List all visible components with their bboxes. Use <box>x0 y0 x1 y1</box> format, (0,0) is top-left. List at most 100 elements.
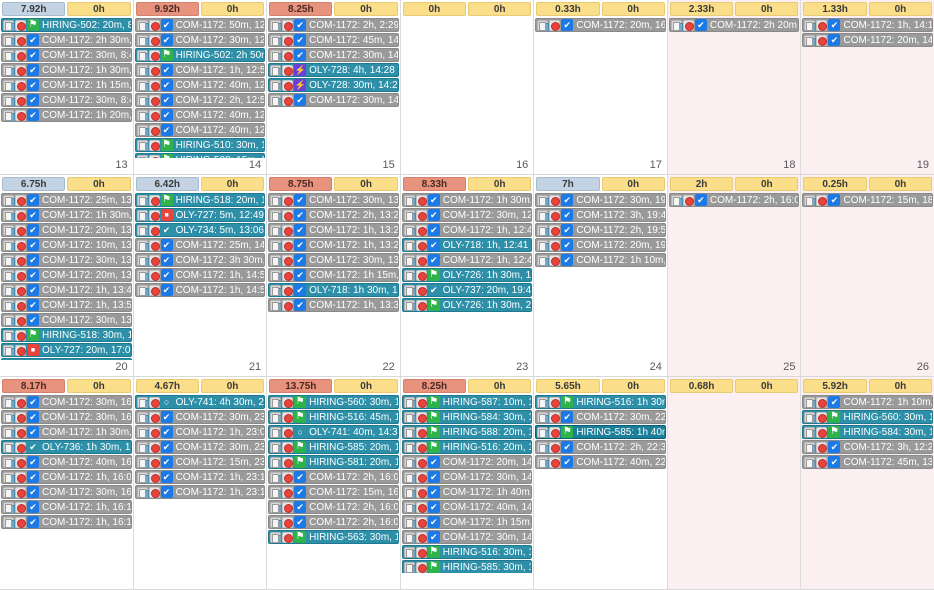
calendar-event[interactable]: OLY-728: 4h, 14:28 Te <box>268 63 399 77</box>
stop-timer-icon[interactable] <box>282 471 294 483</box>
day-cell[interactable]: 6.42h0h HIRING-518: 20m, 11:3 OLY-727: 5m,… <box>133 175 268 376</box>
calendar-event[interactable]: COM-1172: 30m, 12:38 <box>401 208 533 222</box>
stop-timer-icon[interactable] <box>15 411 26 423</box>
copy-icon[interactable] <box>3 224 15 236</box>
copy-icon[interactable] <box>136 456 149 468</box>
copy-icon[interactable] <box>537 411 550 423</box>
day-number[interactable]: 13 <box>0 158 133 174</box>
stop-timer-icon[interactable] <box>15 254 26 266</box>
stop-timer-icon[interactable] <box>15 299 26 311</box>
calendar-event[interactable]: COM-1172: 30m, 23:09 <box>134 440 266 454</box>
calendar-event[interactable]: COM-1172: 15m, 16:00 <box>268 485 399 499</box>
calendar-event[interactable]: COM-1172: 20m, 13:46 <box>1 223 132 237</box>
stop-timer-icon[interactable] <box>816 34 828 46</box>
calendar-event[interactable]: COM-1172: 2h, 16:00 Т <box>268 470 399 484</box>
copy-icon[interactable] <box>403 269 416 281</box>
copy-icon[interactable] <box>537 456 550 468</box>
copy-icon[interactable] <box>3 329 15 341</box>
stop-timer-icon[interactable] <box>549 396 561 408</box>
day-number[interactable] <box>0 573 133 589</box>
calendar-event[interactable]: COM-1172: 1h, 13:31 ( <box>268 298 399 312</box>
copy-icon[interactable] <box>537 224 550 236</box>
calendar-event[interactable]: COM-1172: 1h, 13:50 К <box>1 298 132 312</box>
calendar-event[interactable]: COM-1172: 45m, 14:28 <box>268 33 399 47</box>
calendar-event[interactable]: HIRING-585: 30m, 14: <box>401 560 533 573</box>
copy-icon[interactable] <box>3 64 15 76</box>
stop-timer-icon[interactable] <box>549 209 561 221</box>
copy-icon[interactable] <box>270 299 283 311</box>
calendar-event[interactable]: COM-1172: 2h 20m, 16 <box>668 18 800 32</box>
calendar-event[interactable]: COM-1172: 40m, 16:07 <box>1 455 132 469</box>
stop-timer-icon[interactable] <box>148 254 160 266</box>
copy-icon[interactable] <box>403 426 416 438</box>
stop-timer-icon[interactable] <box>15 109 26 121</box>
tracked-hours-pill[interactable]: 0.25h <box>803 177 867 191</box>
calendar-event[interactable]: COM-1172: 20m, 13:48 <box>1 268 132 282</box>
calendar-event[interactable]: COM-1172: 30m, 16:04 <box>1 395 132 409</box>
calendar-event[interactable]: HIRING-587: 10m, 12: <box>401 395 533 409</box>
tracked-hours-pill[interactable]: 8.75h <box>269 177 333 191</box>
stop-timer-icon[interactable] <box>15 79 26 91</box>
calendar-event[interactable]: COM-1172: 30m, 16:04 <box>1 410 132 424</box>
copy-icon[interactable] <box>3 269 15 281</box>
copy-icon[interactable] <box>3 19 15 31</box>
tracked-hours-pill[interactable]: 2h <box>669 177 734 191</box>
calendar-event[interactable]: COM-1172: 30m, 13:50 <box>1 313 132 327</box>
day-cell[interactable]: 1.33h0h COM-1172: 1h, 14:14 (COM-1172: 20… <box>801 0 934 174</box>
calendar-event[interactable]: COM-1172: 40m, 14:26 <box>401 500 533 514</box>
calendar-event[interactable]: COM-1172: 2h, 22:31 Код-ревью OLY-725 и … <box>535 440 666 454</box>
tracked-hours-pill[interactable]: 8.17h <box>2 379 66 393</box>
stop-timer-icon[interactable] <box>415 411 427 423</box>
calendar-event[interactable]: OLY-726: 1h 30m, 12:47 <box>401 268 533 282</box>
stop-timer-icon[interactable] <box>15 49 26 61</box>
planned-hours-pill[interactable]: 0h <box>67 177 131 191</box>
tracked-hours-pill[interactable]: 0.33h <box>536 2 600 16</box>
stop-timer-icon[interactable] <box>549 456 561 468</box>
stop-timer-icon[interactable] <box>549 426 561 438</box>
stop-timer-icon[interactable] <box>148 441 160 453</box>
copy-icon[interactable] <box>403 299 416 311</box>
stop-timer-icon[interactable] <box>15 284 26 296</box>
calendar-event[interactable]: COM-1172: 3h, 12:22 П <box>802 440 934 454</box>
copy-icon[interactable] <box>403 284 416 296</box>
calendar-event[interactable]: COM-1172: 1h, 23:09 Демо OLY-712 <box>134 425 266 439</box>
copy-icon[interactable] <box>3 486 15 498</box>
day-cell[interactable]: 5.65h0h HIRING-516: 1h 30m, 2 COM-1172: 30… <box>534 377 668 589</box>
stop-timer-icon[interactable] <box>15 19 26 31</box>
planned-hours-pill[interactable]: 0h <box>601 2 665 16</box>
copy-icon[interactable] <box>3 94 15 106</box>
copy-icon[interactable] <box>403 194 416 206</box>
copy-icon[interactable] <box>3 396 15 408</box>
calendar-event[interactable]: COM-1172: 30m, 23:08 <box>134 410 266 424</box>
planned-hours-pill[interactable]: 0h <box>735 2 799 16</box>
stop-timer-icon[interactable] <box>816 426 828 438</box>
copy-icon[interactable] <box>270 471 283 483</box>
tracked-hours-pill[interactable]: 8.25h <box>402 379 467 393</box>
calendar-event[interactable]: COM-1172: 1h, 14:54 ( <box>134 268 266 282</box>
calendar-event[interactable]: COM-1172: 1h 10m, 19 <box>535 253 666 267</box>
calendar-event[interactable]: COM-1172: 30m, 12:48 <box>134 33 266 47</box>
stop-timer-icon[interactable] <box>282 79 294 91</box>
day-number[interactable]: 23 <box>401 360 534 376</box>
copy-icon[interactable] <box>403 546 416 558</box>
stop-timer-icon[interactable] <box>15 34 26 46</box>
calendar-event[interactable]: COM-1172: 2h, 13:29 Р <box>268 208 399 222</box>
stop-timer-icon[interactable] <box>282 94 294 106</box>
calendar-event[interactable]: OLY-718: 1h, 12:41 Фи <box>401 238 533 252</box>
stop-timer-icon[interactable] <box>415 546 427 558</box>
calendar-event[interactable]: OLY-718: 1h 30m, 13:3 <box>268 283 399 297</box>
day-cell[interactable]: 5.92h0h COM-1172: 1h 10m, 12 HIRING-560: 3… <box>801 377 934 589</box>
stop-timer-icon[interactable] <box>148 79 160 91</box>
calendar-event[interactable]: HIRING-584: 30m, 12:2 <box>802 425 934 439</box>
calendar-event[interactable]: HIRING-516: 30m, 14: <box>401 545 533 559</box>
stop-timer-icon[interactable] <box>682 194 694 206</box>
calendar-event[interactable]: COM-1172: 40m, 12:52 <box>134 123 266 137</box>
copy-icon[interactable] <box>136 124 149 136</box>
copy-icon[interactable] <box>136 139 149 151</box>
calendar-event[interactable]: COM-1172: 1h, 14:55 П <box>134 283 266 297</box>
stop-timer-icon[interactable] <box>549 194 561 206</box>
planned-hours-pill[interactable]: 0h <box>67 379 131 393</box>
calendar-event[interactable]: COM-1172: 1h 15m, 14 <box>401 515 533 529</box>
stop-timer-icon[interactable] <box>282 224 294 236</box>
copy-icon[interactable] <box>3 299 15 311</box>
